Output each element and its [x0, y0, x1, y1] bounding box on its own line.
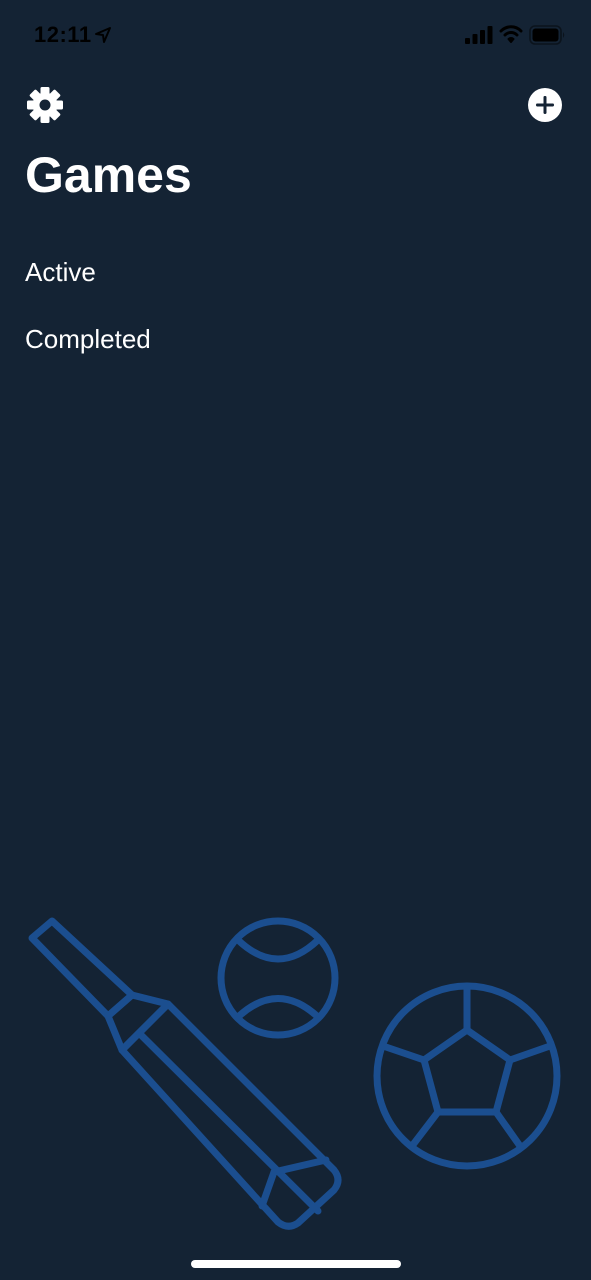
sports-illustration: [28, 917, 561, 1230]
cricket-bat-icon: [28, 917, 342, 1230]
games-screen: 12:11 Games Active Completed: [0, 0, 591, 1280]
page-title: Games: [25, 147, 192, 203]
wifi-icon: [499, 25, 523, 43]
cricket-ball-icon: [217, 917, 339, 1039]
plus-circle-icon: [528, 88, 562, 122]
gear-icon: [27, 87, 63, 123]
status-bar: 12:11: [0, 0, 591, 70]
add-game-button[interactable]: [525, 85, 565, 125]
cellular-signal-icon: [465, 26, 493, 44]
settings-button[interactable]: [24, 84, 66, 126]
home-indicator[interactable]: [191, 1260, 401, 1268]
section-active[interactable]: Active: [0, 240, 591, 304]
section-completed[interactable]: Completed: [0, 307, 591, 371]
games-section-list: Active Completed: [0, 240, 591, 371]
status-time: 12:11: [34, 22, 92, 47]
battery-icon: [529, 25, 565, 45]
location-arrow-icon: [95, 27, 111, 43]
soccer-ball-icon: [373, 982, 561, 1170]
